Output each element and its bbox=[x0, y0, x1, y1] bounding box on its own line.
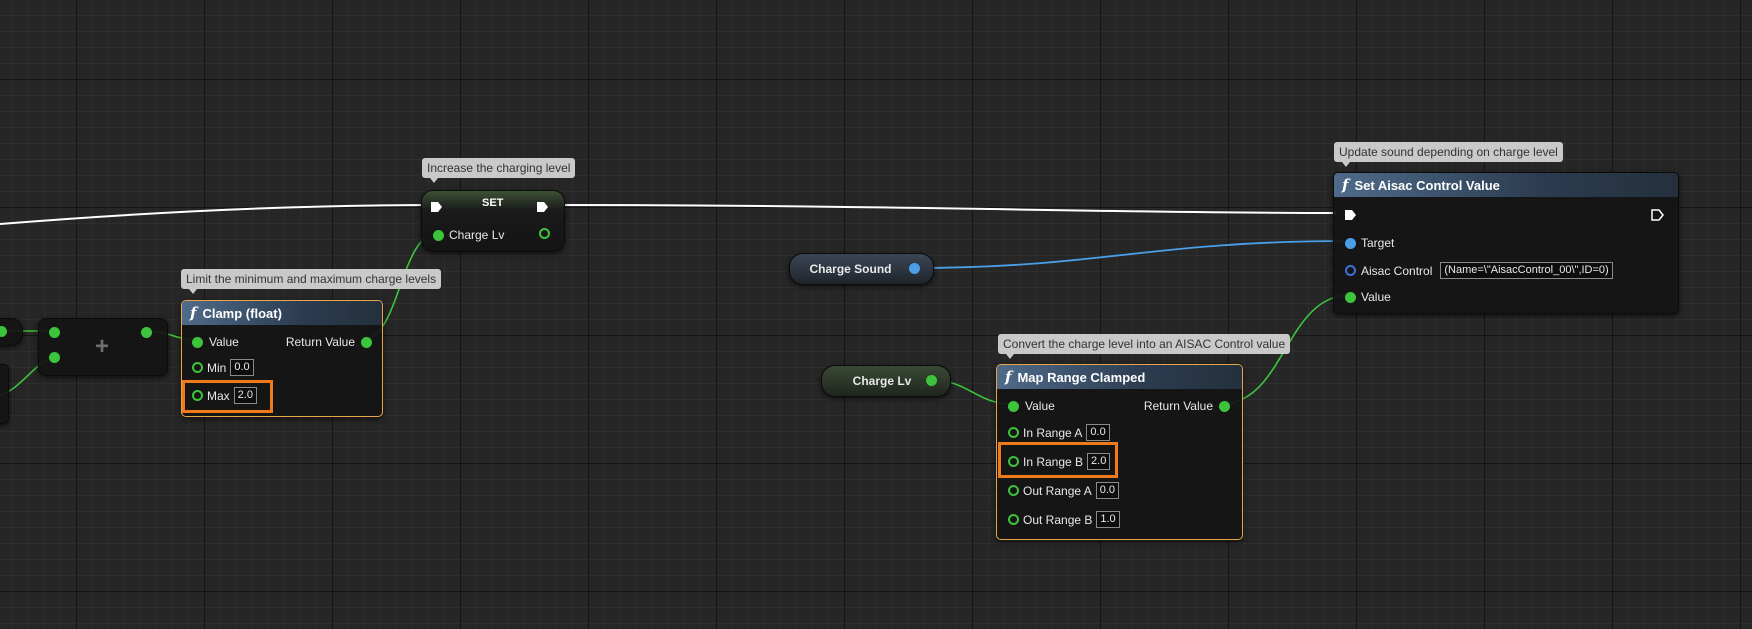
add-symbol: + bbox=[95, 333, 110, 360]
charge-lv-variable[interactable]: Charge Lv bbox=[821, 365, 951, 397]
aisac-value-row[interactable]: Value bbox=[1345, 290, 1391, 304]
clamp-min-row[interactable]: Min 0.0 bbox=[192, 359, 254, 376]
clamp-value-label: Value bbox=[209, 335, 239, 349]
comment-set: Increase the charging level bbox=[422, 158, 576, 183]
map-in-a-label: In Range A bbox=[1023, 425, 1083, 440]
exec-pin-icon[interactable] bbox=[1344, 208, 1357, 220]
add-input-a-pin[interactable] bbox=[49, 327, 60, 338]
clamp-min-input[interactable]: 0.0 bbox=[230, 359, 254, 376]
clamp-return-pin[interactable] bbox=[361, 336, 372, 348]
map-in-b-label: In Range B bbox=[1023, 454, 1084, 469]
comment-map-range: Convert the charge level into an AISAC C… bbox=[998, 334, 1291, 359]
map-range-title: Map Range Clamped bbox=[1017, 369, 1146, 385]
comment-clamp: Limit the minimum and maximum charge lev… bbox=[181, 269, 442, 294]
set-node[interactable]: SET Charge Lv bbox=[421, 190, 565, 252]
exec-pin-icon[interactable] bbox=[430, 200, 443, 212]
map-value-row[interactable]: Value bbox=[1008, 399, 1055, 413]
aisac-control-input[interactable]: (Name=\"AisacControl_00\",ID=0) bbox=[1440, 262, 1613, 279]
charge-lv-output-pin[interactable] bbox=[926, 375, 937, 386]
map-range-header[interactable]: f Map Range Clamped bbox=[997, 365, 1242, 389]
map-out-a-input[interactable]: 0.0 bbox=[1095, 482, 1120, 499]
function-icon: f bbox=[1342, 176, 1349, 194]
exec-pin-icon[interactable] bbox=[1651, 208, 1664, 221]
partial-left-node-lower[interactable] bbox=[0, 364, 9, 424]
aisac-title: Set Aisac Control Value bbox=[1354, 177, 1500, 193]
charge-sound-variable[interactable]: Charge Sound bbox=[789, 253, 934, 285]
set-title: SET bbox=[482, 197, 504, 209]
map-return-pin[interactable] bbox=[1219, 400, 1230, 412]
aisac-target-pin[interactable] bbox=[1345, 237, 1356, 249]
set-charge-lv-label: Charge Lv bbox=[449, 228, 505, 242]
clamp-return-row[interactable]: Return Value bbox=[286, 335, 372, 349]
function-icon: f bbox=[1005, 368, 1012, 386]
set-aisac-node[interactable]: f Set Aisac Control Value Target Aisac C… bbox=[1333, 172, 1679, 314]
comment-aisac: Update sound depending on charge level bbox=[1334, 142, 1563, 167]
clamp-node[interactable]: f Clamp (float) Value Return Value Min 0… bbox=[181, 300, 383, 417]
aisac-control-label: Aisac Control bbox=[1361, 263, 1433, 278]
map-out-a-pin[interactable] bbox=[1008, 485, 1019, 496]
map-in-b-input[interactable]: 2.0 bbox=[1087, 453, 1111, 470]
aisac-target-row[interactable]: Target bbox=[1345, 236, 1394, 250]
map-range-node[interactable]: f Map Range Clamped Value Return Value I… bbox=[996, 364, 1243, 540]
charge-lv-var-label: Charge Lv bbox=[852, 374, 912, 388]
exec-pin-icon[interactable] bbox=[536, 200, 549, 212]
aisac-control-row[interactable]: Aisac Control (Name=\"AisacControl_00\",… bbox=[1345, 262, 1613, 279]
add-node[interactable]: + bbox=[38, 318, 168, 376]
charge-sound-output-pin[interactable] bbox=[909, 263, 920, 274]
map-value-pin[interactable] bbox=[1008, 400, 1019, 412]
clamp-max-label: Max bbox=[207, 388, 230, 403]
add-output-pin[interactable] bbox=[141, 327, 152, 338]
wire-sound-to-target bbox=[912, 240, 1351, 269]
clamp-max-row[interactable]: Max 2.0 bbox=[192, 387, 257, 404]
map-out-b-pin[interactable] bbox=[1008, 514, 1019, 525]
map-in-a-row[interactable]: In Range A 0.0 bbox=[1008, 424, 1110, 441]
set-charge-lv-input-pin[interactable] bbox=[433, 229, 444, 241]
clamp-min-pin[interactable] bbox=[192, 362, 203, 373]
clamp-header[interactable]: f Clamp (float) bbox=[182, 301, 382, 325]
clamp-min-label: Min bbox=[207, 360, 227, 375]
clamp-value-row[interactable]: Value bbox=[192, 335, 239, 349]
exec-wire-in bbox=[0, 204, 437, 225]
map-out-b-input[interactable]: 1.0 bbox=[1096, 511, 1120, 528]
add-input-b-pin[interactable] bbox=[49, 352, 60, 363]
charge-sound-label: Charge Sound bbox=[809, 262, 892, 276]
map-in-a-input[interactable]: 0.0 bbox=[1086, 424, 1110, 441]
set-charge-lv-output-pin[interactable] bbox=[539, 228, 550, 239]
aisac-value-pin[interactable] bbox=[1345, 291, 1356, 303]
map-out-b-label: Out Range B bbox=[1023, 512, 1093, 527]
map-return-row[interactable]: Return Value bbox=[1144, 399, 1230, 413]
clamp-title: Clamp (float) bbox=[202, 305, 282, 321]
clamp-max-input[interactable]: 2.0 bbox=[233, 387, 257, 404]
map-out-b-row[interactable]: Out Range B 1.0 bbox=[1008, 511, 1120, 528]
map-out-a-row[interactable]: Out Range A 0.0 bbox=[1008, 482, 1120, 499]
aisac-control-pin[interactable] bbox=[1345, 265, 1356, 276]
map-return-label: Return Value bbox=[1143, 399, 1213, 413]
clamp-max-pin[interactable] bbox=[192, 390, 203, 401]
aisac-header[interactable]: f Set Aisac Control Value bbox=[1334, 173, 1678, 197]
set-charge-lv-row[interactable]: Charge Lv bbox=[433, 228, 504, 242]
map-out-a-label: Out Range A bbox=[1023, 483, 1092, 498]
map-value-label: Value bbox=[1025, 399, 1055, 413]
clamp-value-pin[interactable] bbox=[192, 336, 203, 348]
function-icon: f bbox=[190, 304, 197, 322]
aisac-target-label: Target bbox=[1361, 236, 1395, 250]
map-in-b-pin[interactable] bbox=[1008, 456, 1019, 467]
map-in-a-pin[interactable] bbox=[1008, 427, 1019, 438]
map-in-b-row[interactable]: In Range B 2.0 bbox=[1008, 453, 1111, 470]
exec-wire-set-to-aisac bbox=[547, 204, 1337, 214]
clamp-return-label: Return Value bbox=[285, 335, 355, 349]
aisac-value-label: Value bbox=[1361, 290, 1391, 304]
